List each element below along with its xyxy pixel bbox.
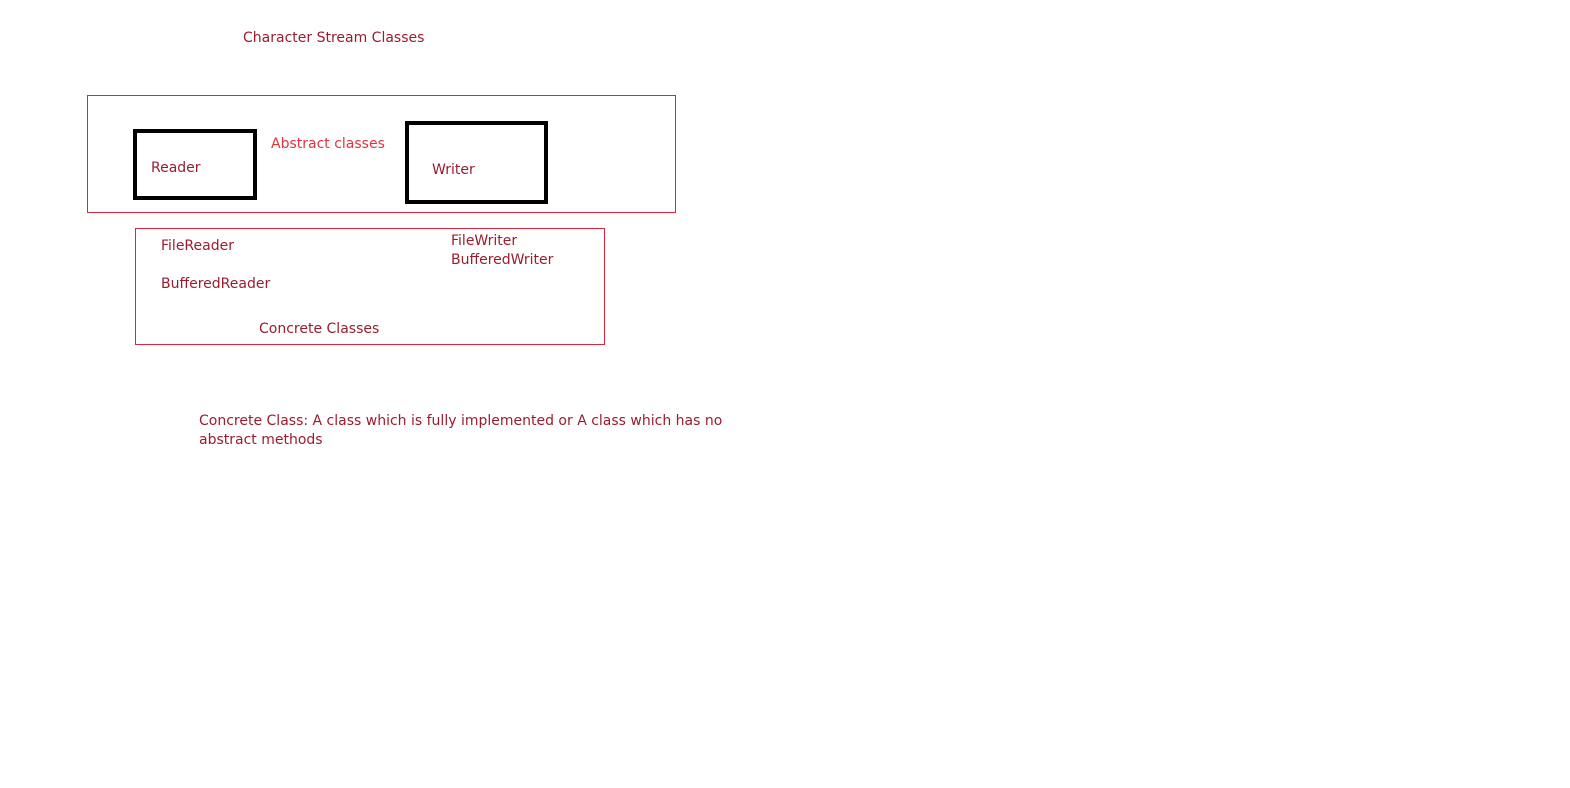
- writer-class-box: [405, 121, 548, 204]
- buffered-writer-label: BufferedWriter: [451, 252, 554, 268]
- abstract-classes-label: Abstract classes: [271, 136, 385, 152]
- diagram-title: Character Stream Classes: [243, 30, 425, 46]
- concrete-classes-label: Concrete Classes: [259, 321, 380, 337]
- concrete-class-definition: Concrete Class: A class which is fully i…: [199, 413, 723, 448]
- reader-class-label: Reader: [151, 160, 201, 176]
- file-writer-label: FileWriter: [451, 233, 518, 249]
- file-reader-label: FileReader: [161, 238, 234, 254]
- buffered-reader-label: BufferedReader: [161, 276, 271, 292]
- writer-class-label: Writer: [432, 162, 475, 178]
